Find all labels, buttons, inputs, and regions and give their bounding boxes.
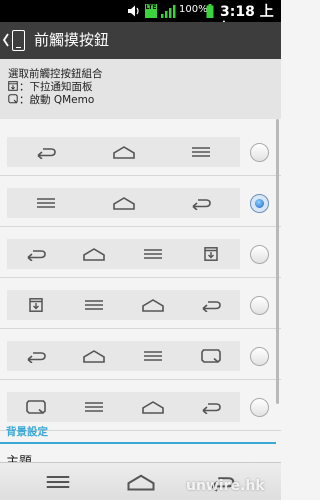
home-icon: [141, 299, 164, 312]
radio-button[interactable]: [250, 398, 269, 417]
option-row[interactable]: [0, 227, 281, 278]
home-icon: [83, 350, 106, 363]
radio-button[interactable]: [250, 296, 269, 315]
back-icon: [27, 250, 46, 261]
radio-button[interactable]: [250, 347, 269, 366]
radio-button[interactable]: [250, 245, 269, 264]
back-chevron-icon[interactable]: [2, 32, 10, 48]
notification-icon: [8, 81, 18, 91]
notification-icon: [29, 298, 43, 312]
back-icon: [192, 199, 211, 210]
qmemo-hint-text: ：啟動 QMemo: [19, 94, 95, 106]
menu-icon: [84, 402, 105, 412]
signal-icon: [161, 5, 176, 18]
button-preview-bar: [7, 188, 240, 218]
option-row[interactable]: [0, 176, 281, 227]
status-bar: LTE 100% 3:18 上午: [0, 0, 281, 37]
home-icon: [141, 401, 164, 414]
page-title: 前觸摸按鈕: [34, 31, 110, 49]
button-preview-bar: [7, 392, 240, 422]
notification-hint-text: ：下拉通知面板: [19, 81, 93, 93]
qmemo-icon: [8, 94, 18, 104]
home-icon: [112, 197, 135, 210]
battery-icon: [206, 4, 214, 18]
clock: 3:18 上午: [220, 4, 274, 37]
menu-icon: [142, 249, 163, 259]
home-icon[interactable]: [126, 472, 156, 492]
button-preview-bar: [7, 341, 240, 371]
watermark: unwire.hk: [186, 478, 265, 494]
back-icon: [202, 301, 221, 312]
back-icon: [37, 148, 56, 159]
option-row[interactable]: [0, 278, 281, 329]
menu-icon: [84, 300, 105, 310]
action-bar: 前觸摸按鈕: [0, 22, 281, 59]
button-preview-bar: [7, 239, 240, 269]
back-icon: [27, 352, 46, 363]
description-panel: 選取前觸控按鈕組合 ：下拉通知面板 ：啟動 QMemo: [0, 59, 281, 119]
radio-button[interactable]: [250, 143, 269, 162]
battery-percent: 100%: [179, 4, 208, 15]
notification-hint: ：下拉通知面板: [8, 81, 93, 94]
qmemo-icon: [201, 349, 221, 363]
volume-icon: [128, 5, 139, 17]
menu-icon: [191, 147, 211, 157]
scrollbar[interactable]: [276, 119, 279, 404]
option-row[interactable]: [0, 329, 281, 380]
back-icon: [202, 403, 221, 414]
section-header: 背景設定: [6, 426, 48, 438]
home-icon: [112, 146, 135, 159]
menu-icon: [36, 198, 56, 208]
button-preview-bar: [7, 290, 240, 320]
lte-icon: LTE: [145, 4, 157, 18]
button-preview-bar: [7, 137, 240, 167]
description-title: 選取前觸控按鈕組合: [8, 68, 103, 80]
option-row[interactable]: [0, 125, 281, 176]
qmemo-hint: ：啟動 QMemo: [8, 94, 94, 107]
app-icon[interactable]: [12, 30, 25, 51]
menu-icon[interactable]: [43, 472, 73, 492]
radio-button-selected[interactable]: [250, 194, 269, 213]
home-icon: [83, 248, 106, 261]
menu-icon: [142, 351, 163, 361]
section-divider: [0, 442, 276, 444]
option-row[interactable]: [0, 380, 281, 431]
qmemo-icon: [26, 400, 46, 414]
notification-icon: [204, 247, 218, 261]
